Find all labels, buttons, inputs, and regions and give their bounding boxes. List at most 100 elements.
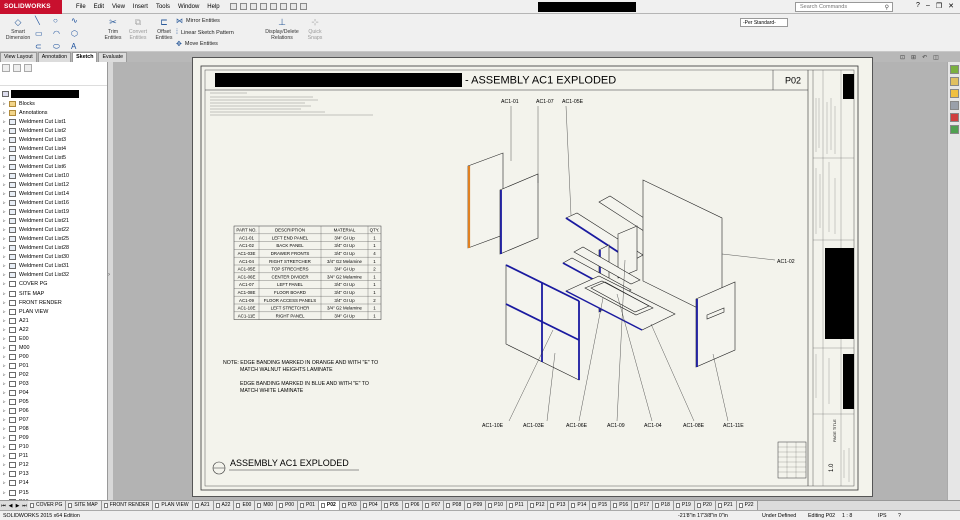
custom-properties-icon[interactable] <box>950 125 959 134</box>
search-icon[interactable]: ⚲ <box>885 4 889 11</box>
part-ac1-01[interactable] <box>467 152 504 249</box>
menu-view[interactable]: View <box>108 0 129 14</box>
expand-toggle-icon[interactable]: ▹ <box>3 218 8 224</box>
expand-toggle-icon[interactable]: ▹ <box>3 309 8 315</box>
expand-toggle-icon[interactable]: ▹ <box>3 146 8 152</box>
tab-sketch[interactable]: Sketch <box>72 52 98 62</box>
expand-toggle-icon[interactable]: ▹ <box>3 128 8 134</box>
tab-view-layout[interactable]: View Layout <box>0 52 37 62</box>
tab-annotation[interactable]: Annotation <box>37 52 72 62</box>
new-icon[interactable] <box>229 3 237 10</box>
sheet-tab[interactable]: P08 <box>444 501 466 510</box>
tree-item[interactable]: ▹ FRONT RENDER <box>3 298 107 307</box>
ellipse-icon[interactable]: ⬭ <box>53 42 71 52</box>
expand-toggle-icon[interactable]: ▹ <box>3 453 8 459</box>
tree-item[interactable]: ▹ Weldment Cut List31 <box>3 262 107 271</box>
tree-item[interactable]: ▹ E00 <box>3 334 107 343</box>
expand-toggle-icon[interactable]: ▹ <box>3 480 8 486</box>
expand-toggle-icon[interactable]: ▹ <box>3 462 8 468</box>
text-icon[interactable]: A <box>71 42 89 52</box>
rebuild-icon[interactable] <box>289 3 297 10</box>
sheet-tab[interactable]: M00 <box>255 501 278 510</box>
polygon-icon[interactable]: ⬡ <box>71 29 89 39</box>
mirror-entities-button[interactable]: ⋈ Mirror Entities <box>176 17 220 25</box>
config-tab-icon[interactable] <box>24 64 32 72</box>
menu-window[interactable]: Window <box>174 0 203 14</box>
sheet-tab[interactable]: PLAN VIEW <box>153 501 193 510</box>
solidworks-logo[interactable]: SOLIDWORKS <box>0 0 62 14</box>
expand-toggle-icon[interactable]: ▹ <box>3 300 8 306</box>
expand-toggle-icon[interactable]: ▹ <box>3 390 8 396</box>
menu-tools[interactable]: Tools <box>152 0 174 14</box>
expand-toggle-icon[interactable]: ▹ <box>3 372 8 378</box>
tree-item[interactable]: ▹ Weldment Cut List3 <box>3 135 107 144</box>
prev-sheet-icon[interactable]: ◀ <box>7 503 14 509</box>
expand-toggle-icon[interactable]: ▹ <box>3 209 8 215</box>
expand-toggle-icon[interactable]: ▹ <box>3 236 8 242</box>
help-icon[interactable]: ? <box>916 2 920 10</box>
design-library-icon[interactable] <box>950 77 959 86</box>
expand-toggle-icon[interactable]: ▹ <box>3 281 8 287</box>
expand-toggle-icon[interactable]: ▹ <box>3 363 8 369</box>
tree-item[interactable]: ▹ Weldment Cut List25 <box>3 235 107 244</box>
expand-toggle-icon[interactable]: ▹ <box>3 110 8 116</box>
sheet-tab[interactable]: P18 <box>653 501 674 510</box>
sheet-tab[interactable]: P22 <box>736 501 758 510</box>
expand-toggle-icon[interactable]: ▹ <box>3 345 8 351</box>
tree-item[interactable]: ▹ M00 <box>3 343 107 352</box>
menu-file[interactable]: File <box>72 0 90 14</box>
tree-item[interactable]: ▹ Annotations <box>3 108 107 117</box>
open-icon[interactable] <box>239 3 247 10</box>
sheet-tab[interactable]: P09 <box>465 501 487 510</box>
tree-item[interactable]: ▹ Weldment Cut List2 <box>3 126 107 135</box>
menu-help[interactable]: Help <box>203 0 223 14</box>
sheet-tab[interactable]: FRONT RENDER <box>101 501 154 510</box>
options-icon[interactable] <box>299 3 307 10</box>
convert-entities-button[interactable]: ⧉ Convert Entities <box>124 16 152 42</box>
expand-toggle-icon[interactable]: ▹ <box>3 254 8 260</box>
graphics-area[interactable]: - ASSEMBLY AC1 EXPLODED P02 PAGE TITLE 1… <box>113 57 947 500</box>
expand-toggle-icon[interactable]: ▹ <box>3 272 8 278</box>
tree-item[interactable]: ▹ P01 <box>3 361 107 370</box>
drawing-sheet[interactable]: - ASSEMBLY AC1 EXPLODED P02 PAGE TITLE 1… <box>192 57 873 497</box>
sheet-tab[interactable]: P10 <box>486 501 508 510</box>
sheet-tab[interactable]: E00 <box>234 501 256 510</box>
view-palette-icon[interactable] <box>950 101 959 110</box>
expand-toggle-icon[interactable]: ▹ <box>3 381 8 387</box>
menu-insert[interactable]: Insert <box>129 0 152 14</box>
tree-item[interactable]: ▹ P15 <box>3 488 107 497</box>
sheet-tab[interactable]: P02 <box>318 501 340 510</box>
line-icon[interactable]: ╲ <box>35 16 53 26</box>
tab-evaluate[interactable]: Evaluate <box>98 52 128 62</box>
close-icon[interactable]: ✕ <box>948 2 954 10</box>
status-scale[interactable]: 1 : 8 <box>842 511 852 520</box>
view-settings-icon[interactable]: ◫ <box>933 54 939 61</box>
restore-icon[interactable]: ❐ <box>936 2 942 10</box>
arc-icon[interactable]: ◠ <box>53 29 71 39</box>
feature-tree-tab-icon[interactable] <box>2 64 10 72</box>
standard-select[interactable]: -Per Standard- <box>740 18 788 27</box>
sheet-tab[interactable]: P03 <box>339 501 361 510</box>
expand-toggle-icon[interactable]: ▹ <box>3 155 8 161</box>
menu-edit[interactable]: Edit <box>90 0 108 14</box>
expand-toggle-icon[interactable]: ▹ <box>3 444 8 450</box>
tree-item[interactable]: ▹ Weldment Cut List28 <box>3 244 107 253</box>
undo-icon[interactable] <box>269 3 277 10</box>
tree-item[interactable]: ▹ P06 <box>3 407 107 416</box>
sheet-tab[interactable]: COVER PG <box>28 501 67 510</box>
sheet-tab[interactable]: A21 <box>192 501 214 510</box>
sheet-tab[interactable]: P04 <box>360 501 382 510</box>
expand-toggle-icon[interactable]: ▹ <box>3 327 8 333</box>
sheet-tab[interactable]: P21 <box>715 501 737 510</box>
sheet-tab[interactable]: P13 <box>548 501 570 510</box>
circle-icon[interactable]: ○ <box>53 16 71 26</box>
expand-toggle-icon[interactable]: ▹ <box>3 164 8 170</box>
expand-toggle-icon[interactable]: ▹ <box>3 137 8 143</box>
expand-toggle-icon[interactable]: ▹ <box>3 417 8 423</box>
tree-item[interactable]: ▹ SITE MAP <box>3 289 107 298</box>
tree-item[interactable]: ▹ Weldment Cut List14 <box>3 189 107 198</box>
tree-item[interactable]: ▹ Weldment Cut List12 <box>3 180 107 189</box>
expand-toggle-icon[interactable]: ▹ <box>3 435 8 441</box>
sheet-tab[interactable]: P11 <box>507 501 528 510</box>
sheet-tab[interactable]: P17 <box>632 501 654 510</box>
